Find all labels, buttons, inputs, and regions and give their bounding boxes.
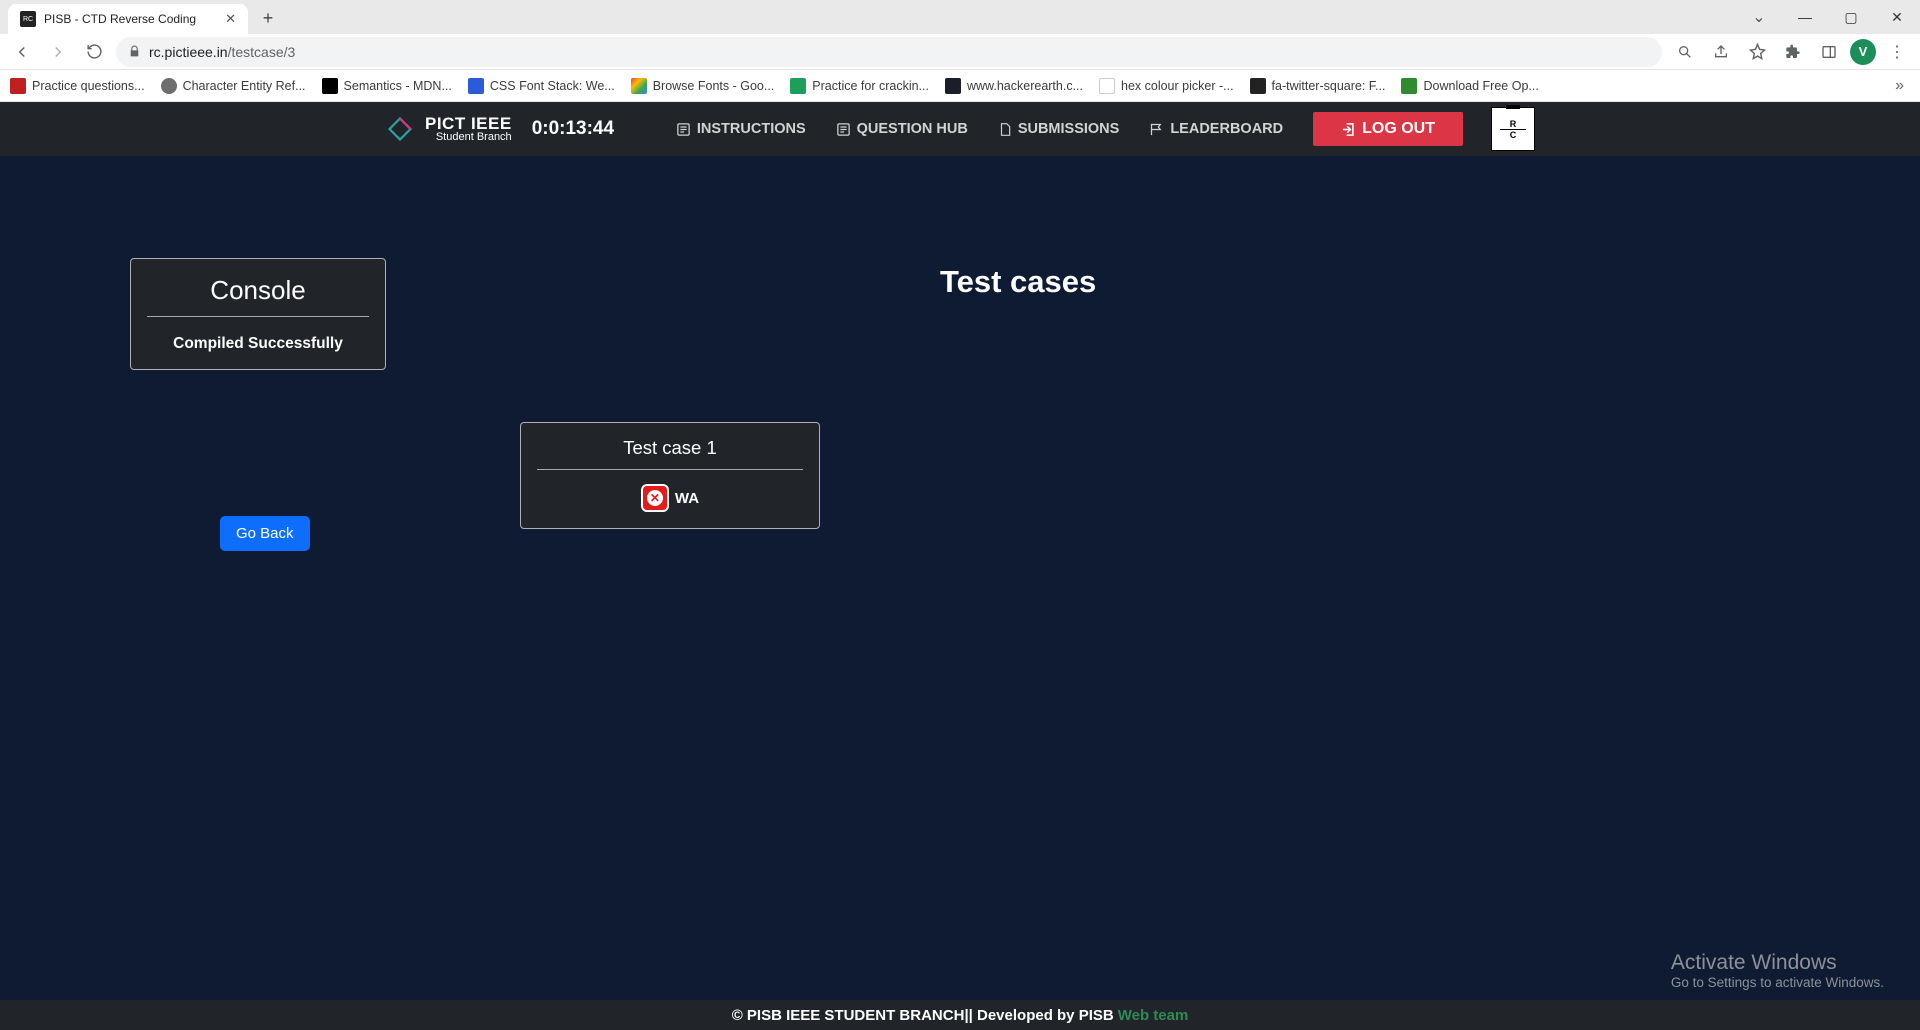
nav-question-hub[interactable]: QUESTION HUB xyxy=(828,115,976,143)
bookmark-item[interactable]: CSS Font Stack: We... xyxy=(468,78,615,94)
testcase-title: Test case 1 xyxy=(535,437,805,469)
address-bar[interactable]: rc.pictieee.in/testcase/3 xyxy=(116,37,1662,67)
bookmarks-overflow-icon[interactable]: » xyxy=(1895,77,1910,95)
file-icon xyxy=(998,122,1012,137)
brand-subtitle: Student Branch xyxy=(425,132,512,143)
footer-webteam-link[interactable]: Web team xyxy=(1118,1007,1189,1024)
bookmark-item[interactable]: hex colour picker -... xyxy=(1099,78,1234,94)
logout-icon xyxy=(1341,122,1356,137)
nav-instructions[interactable]: INSTRUCTIONS xyxy=(668,115,814,143)
bookmark-favicon xyxy=(945,78,961,94)
bookmark-favicon xyxy=(322,78,338,94)
rc-event-logo: RC xyxy=(1491,107,1535,151)
activate-windows-watermark: Activate Windows Go to Settings to activ… xyxy=(1671,951,1884,990)
profile-avatar[interactable]: V xyxy=(1850,39,1876,65)
divider xyxy=(537,469,803,470)
extensions-icon[interactable] xyxy=(1778,37,1808,67)
forward-button[interactable] xyxy=(44,38,72,66)
countdown-timer: 0:0:13:44 xyxy=(532,118,614,140)
list-icon xyxy=(676,122,691,137)
bookmark-item[interactable]: fa-twitter-square: F... xyxy=(1250,78,1386,94)
nav-submissions[interactable]: SUBMISSIONS xyxy=(990,115,1128,143)
page-body: PICT IEEE Student Branch 0:0:13:44 INSTR… xyxy=(0,102,1920,1030)
reload-button[interactable] xyxy=(80,38,108,66)
minimize-button[interactable]: — xyxy=(1782,0,1828,34)
new-tab-button[interactable]: + xyxy=(254,4,282,32)
bookmark-favicon xyxy=(1401,78,1417,94)
go-back-button[interactable]: Go Back xyxy=(220,516,310,551)
close-icon[interactable]: ✕ xyxy=(225,11,236,27)
tab-favicon: RC xyxy=(20,11,36,27)
console-title: Console xyxy=(149,275,367,316)
console-panel: Console Compiled Successfully xyxy=(130,258,386,370)
maximize-button[interactable]: ▢ xyxy=(1828,0,1874,34)
bookmark-item[interactable]: www.hackerearth.c... xyxy=(945,78,1083,94)
chevron-down-icon[interactable]: ⌄ xyxy=(1736,0,1782,34)
list-icon xyxy=(836,122,851,137)
bookmark-favicon xyxy=(1250,78,1266,94)
page-footer: © PISB IEEE STUDENT BRANCH || Developed … xyxy=(0,1000,1920,1030)
bookmark-item[interactable]: Browse Fonts - Goo... xyxy=(631,78,775,94)
bookmark-favicon xyxy=(1099,78,1115,94)
browser-toolbar: rc.pictieee.in/testcase/3 V ⋮ xyxy=(0,34,1920,70)
footer-left: © PISB IEEE STUDENT BRANCH xyxy=(732,1007,965,1024)
star-icon[interactable] xyxy=(1742,37,1772,67)
brand-title: PICT IEEE xyxy=(425,115,512,132)
back-button[interactable] xyxy=(8,38,36,66)
console-message: Compiled Successfully xyxy=(149,335,367,353)
kebab-menu-icon[interactable]: ⋮ xyxy=(1882,37,1912,67)
close-window-button[interactable]: ✕ xyxy=(1874,0,1920,34)
bookmark-favicon xyxy=(790,78,806,94)
bookmark-item[interactable]: Download Free Op... xyxy=(1401,78,1538,94)
logout-button[interactable]: LOG OUT xyxy=(1313,112,1463,146)
brand[interactable]: PICT IEEE Student Branch xyxy=(385,114,512,144)
wrong-answer-icon: ✕ xyxy=(641,484,669,512)
browser-tab[interactable]: RC PISB - CTD Reverse Coding ✕ xyxy=(8,4,248,34)
testcase-status: WA xyxy=(675,490,699,507)
share-icon[interactable] xyxy=(1706,37,1736,67)
zoom-icon[interactable] xyxy=(1670,37,1700,67)
bookmark-favicon xyxy=(631,78,647,94)
bookmarks-bar: Practice questions... Character Entity R… xyxy=(0,70,1920,102)
url-text: rc.pictieee.in/testcase/3 xyxy=(149,44,295,60)
brand-logo-icon xyxy=(385,114,415,144)
bookmark-favicon xyxy=(468,78,484,94)
testcase-card: Test case 1 ✕ WA xyxy=(520,422,820,529)
bookmark-favicon xyxy=(10,78,26,94)
bookmark-item[interactable]: Practice for crackin... xyxy=(790,78,929,94)
lock-icon xyxy=(128,45,141,58)
side-panel-icon[interactable] xyxy=(1814,37,1844,67)
bookmark-favicon xyxy=(161,78,177,94)
nav-leaderboard[interactable]: LEADERBOARD xyxy=(1141,115,1291,143)
flag-icon xyxy=(1149,122,1164,137)
bookmark-item[interactable]: Semantics - MDN... xyxy=(322,78,452,94)
browser-titlebar: RC PISB - CTD Reverse Coding ✕ + ⌄ — ▢ ✕ xyxy=(0,0,1920,34)
app-navbar: PICT IEEE Student Branch 0:0:13:44 INSTR… xyxy=(0,102,1920,156)
tab-title: PISB - CTD Reverse Coding xyxy=(44,12,217,26)
testcases-heading: Test cases xyxy=(940,264,1096,300)
footer-mid: || Developed by PISB xyxy=(964,1007,1113,1024)
bookmark-item[interactable]: Character Entity Ref... xyxy=(161,78,306,94)
bookmark-item[interactable]: Practice questions... xyxy=(10,78,145,94)
divider xyxy=(147,316,369,317)
